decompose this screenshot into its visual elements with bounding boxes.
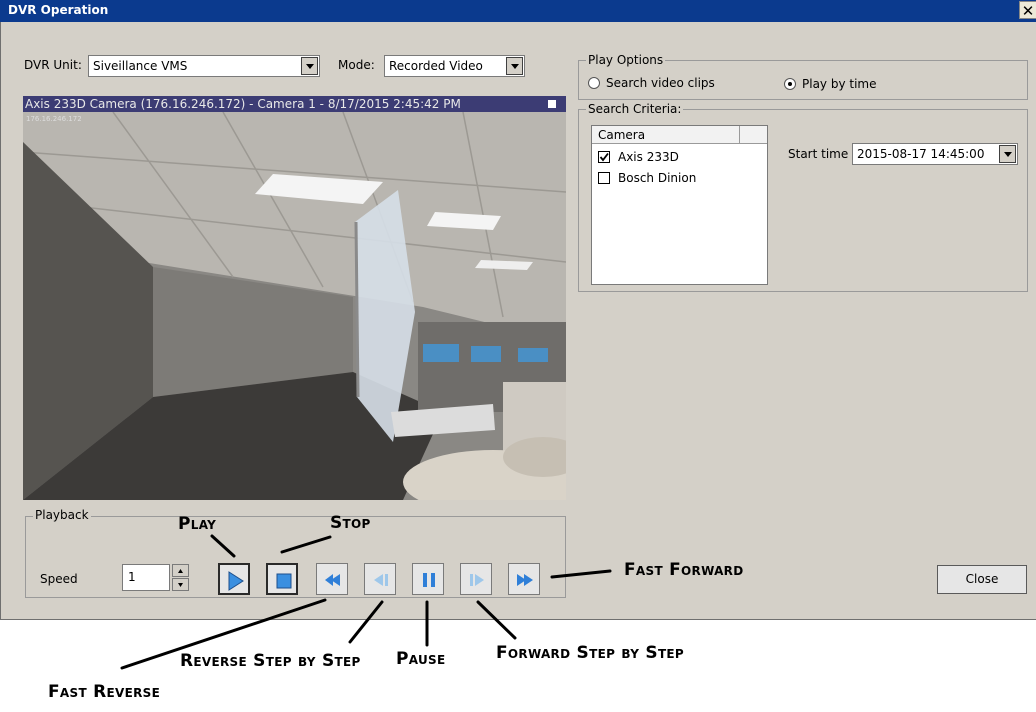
annotation-pause: Pause [396, 649, 446, 669]
annotation-fast-forward: Fast Forward [624, 560, 744, 580]
annotation-stop: Stop [330, 513, 371, 533]
annotation-arrows [120, 534, 612, 670]
annotation-reverse-step: Reverse Step by Step [180, 651, 361, 671]
annotation-fast-reverse: Fast Reverse [48, 682, 161, 702]
annotation-forward-step: Forward Step by Step [496, 643, 685, 663]
annotation-play: Play [178, 514, 217, 534]
